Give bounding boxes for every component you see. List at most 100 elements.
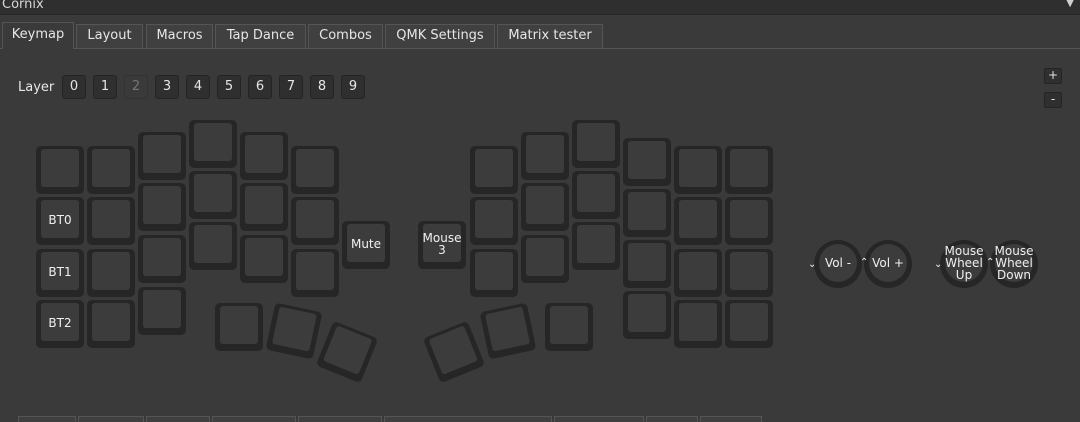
key-right-0-1[interactable] bbox=[521, 132, 569, 180]
key-right-2-3[interactable] bbox=[623, 240, 671, 288]
key-left-0-3[interactable] bbox=[189, 120, 237, 168]
key-right-0-4[interactable] bbox=[674, 146, 722, 194]
layer-button-8[interactable]: 8 bbox=[310, 75, 334, 99]
key-left-2-3[interactable] bbox=[189, 222, 237, 270]
key-right-3-4[interactable] bbox=[674, 300, 722, 348]
key-left-2-5[interactable] bbox=[291, 249, 339, 297]
encoder-label: Mouse Wheel Down bbox=[994, 244, 1034, 282]
encoder-label: Vol + bbox=[872, 256, 904, 270]
layer-button-7[interactable]: 7 bbox=[279, 75, 303, 99]
title-bar: Cornix ▼ bbox=[0, 0, 1080, 15]
key-label: BT0 bbox=[48, 212, 72, 227]
encoder-left-ccw[interactable]: Vol - bbox=[814, 240, 862, 288]
key-right-2-4[interactable] bbox=[674, 249, 722, 297]
key-right-2-2[interactable] bbox=[572, 222, 620, 270]
key-right-1-1[interactable] bbox=[521, 183, 569, 231]
layer-button-1[interactable]: 1 bbox=[93, 75, 117, 99]
layer-button-5[interactable]: 5 bbox=[217, 75, 241, 99]
key-right-2-1[interactable] bbox=[521, 235, 569, 283]
tab-matrix-tester[interactable]: Matrix tester bbox=[497, 24, 603, 48]
bottom-tab[interactable] bbox=[646, 416, 698, 422]
tab-tap-dance[interactable]: Tap Dance bbox=[215, 24, 306, 48]
bottom-tab[interactable] bbox=[700, 416, 762, 422]
tab-layout[interactable]: Layout bbox=[76, 24, 143, 48]
layer-button-9[interactable]: 9 bbox=[341, 75, 365, 99]
key-right-3-5[interactable] bbox=[725, 300, 773, 348]
bottom-tab[interactable] bbox=[298, 416, 382, 422]
key-left-1-5[interactable] bbox=[291, 197, 339, 245]
key-left-2-4[interactable] bbox=[240, 235, 288, 283]
chevron-down-icon[interactable]: ▼ bbox=[1066, 0, 1074, 9]
key-left-0-1[interactable] bbox=[87, 146, 135, 194]
key-mute[interactable]: Mute bbox=[342, 221, 390, 269]
bottom-tab[interactable] bbox=[18, 416, 76, 422]
key-right-1-2[interactable] bbox=[572, 171, 620, 219]
key-left-0-0[interactable] bbox=[36, 146, 84, 194]
key-left-3-2[interactable] bbox=[138, 287, 186, 335]
cw-arrow-icon: ⌃ bbox=[860, 257, 869, 268]
bottom-tab[interactable] bbox=[78, 416, 144, 422]
layer-button-6[interactable]: 6 bbox=[248, 75, 272, 99]
key-label: Mute bbox=[350, 236, 382, 251]
tab-keymap[interactable]: Keymap bbox=[2, 22, 74, 49]
layer-label: Layer bbox=[18, 80, 55, 95]
key-right-3-3[interactable] bbox=[623, 291, 671, 339]
key-right-1-5[interactable] bbox=[725, 197, 773, 245]
ccw-arrow-icon: ⌄ bbox=[808, 259, 817, 270]
key-right-2-5[interactable] bbox=[725, 249, 773, 297]
key-bt0[interactable]: BT0 bbox=[36, 197, 84, 245]
encoder-left-cw[interactable]: Vol + bbox=[864, 240, 912, 288]
ccw-arrow-icon: ⌄ bbox=[934, 259, 943, 270]
key-label: BT2 bbox=[48, 315, 72, 330]
key-right-1-0[interactable] bbox=[470, 197, 518, 245]
key-right-0-5[interactable] bbox=[725, 146, 773, 194]
key-left-thumb-1[interactable] bbox=[265, 302, 323, 360]
tab-qmk-settings[interactable]: QMK Settings bbox=[385, 24, 495, 48]
layer-button-0[interactable]: 0 bbox=[62, 75, 86, 99]
key-right-1-3[interactable] bbox=[623, 189, 671, 237]
key-left-2-2[interactable] bbox=[138, 235, 186, 283]
key-left-0-5[interactable] bbox=[291, 146, 339, 194]
layer-button-2[interactable]: 2 bbox=[124, 75, 148, 99]
key-left-2-1[interactable] bbox=[87, 249, 135, 297]
key-right-0-2[interactable] bbox=[572, 120, 620, 168]
window-title: Cornix bbox=[2, 0, 44, 12]
encoder-right-ccw[interactable]: Mouse Wheel Up bbox=[940, 240, 988, 288]
key-left-3-1[interactable] bbox=[87, 300, 135, 348]
key-left-thumb-2[interactable] bbox=[315, 320, 379, 384]
encoder-label: Mouse Wheel Up bbox=[944, 244, 984, 282]
encoder-right-cw[interactable]: Mouse Wheel Down bbox=[990, 240, 1038, 288]
tab-combos[interactable]: Combos bbox=[308, 24, 383, 48]
tab-macros[interactable]: Macros bbox=[146, 24, 213, 48]
key-right-thumb-2[interactable] bbox=[545, 303, 593, 351]
key-label: Mouse 3 bbox=[422, 230, 462, 257]
bottom-tab[interactable] bbox=[146, 416, 210, 422]
key-right-1-4[interactable] bbox=[674, 197, 722, 245]
encoder-label: Vol - bbox=[824, 256, 852, 270]
layer-button-3[interactable]: 3 bbox=[155, 75, 179, 99]
key-left-0-4[interactable] bbox=[240, 132, 288, 180]
key-right-thumb-1[interactable] bbox=[479, 302, 537, 360]
key-left-thumb-0[interactable] bbox=[215, 303, 263, 351]
key-bt1[interactable]: BT1 bbox=[36, 249, 84, 297]
key-bt2[interactable]: BT2 bbox=[36, 300, 84, 348]
zoom-in-button[interactable]: + bbox=[1044, 68, 1062, 84]
zoom-out-button[interactable]: - bbox=[1044, 92, 1062, 108]
cw-arrow-icon: ⌃ bbox=[986, 257, 995, 268]
bottom-tab[interactable] bbox=[554, 416, 644, 422]
key-left-1-4[interactable] bbox=[240, 183, 288, 231]
key-left-1-1[interactable] bbox=[87, 197, 135, 245]
key-right-thumb-0[interactable] bbox=[422, 320, 486, 384]
bottom-tab[interactable] bbox=[384, 416, 552, 422]
main-tabs: Keymap Layout Macros Tap Dance Combos QM… bbox=[0, 22, 1080, 49]
key-right-0-0[interactable] bbox=[470, 146, 518, 194]
key-left-1-2[interactable] bbox=[138, 183, 186, 231]
bottom-tab[interactable] bbox=[212, 416, 296, 422]
key-right-0-3[interactable] bbox=[623, 138, 671, 186]
key-right-2-0[interactable] bbox=[470, 249, 518, 297]
key-mouse3[interactable]: Mouse 3 bbox=[418, 221, 466, 269]
key-left-0-2[interactable] bbox=[138, 132, 186, 180]
key-left-1-3[interactable] bbox=[189, 171, 237, 219]
layer-button-4[interactable]: 4 bbox=[186, 75, 210, 99]
key-label: BT1 bbox=[48, 264, 72, 279]
